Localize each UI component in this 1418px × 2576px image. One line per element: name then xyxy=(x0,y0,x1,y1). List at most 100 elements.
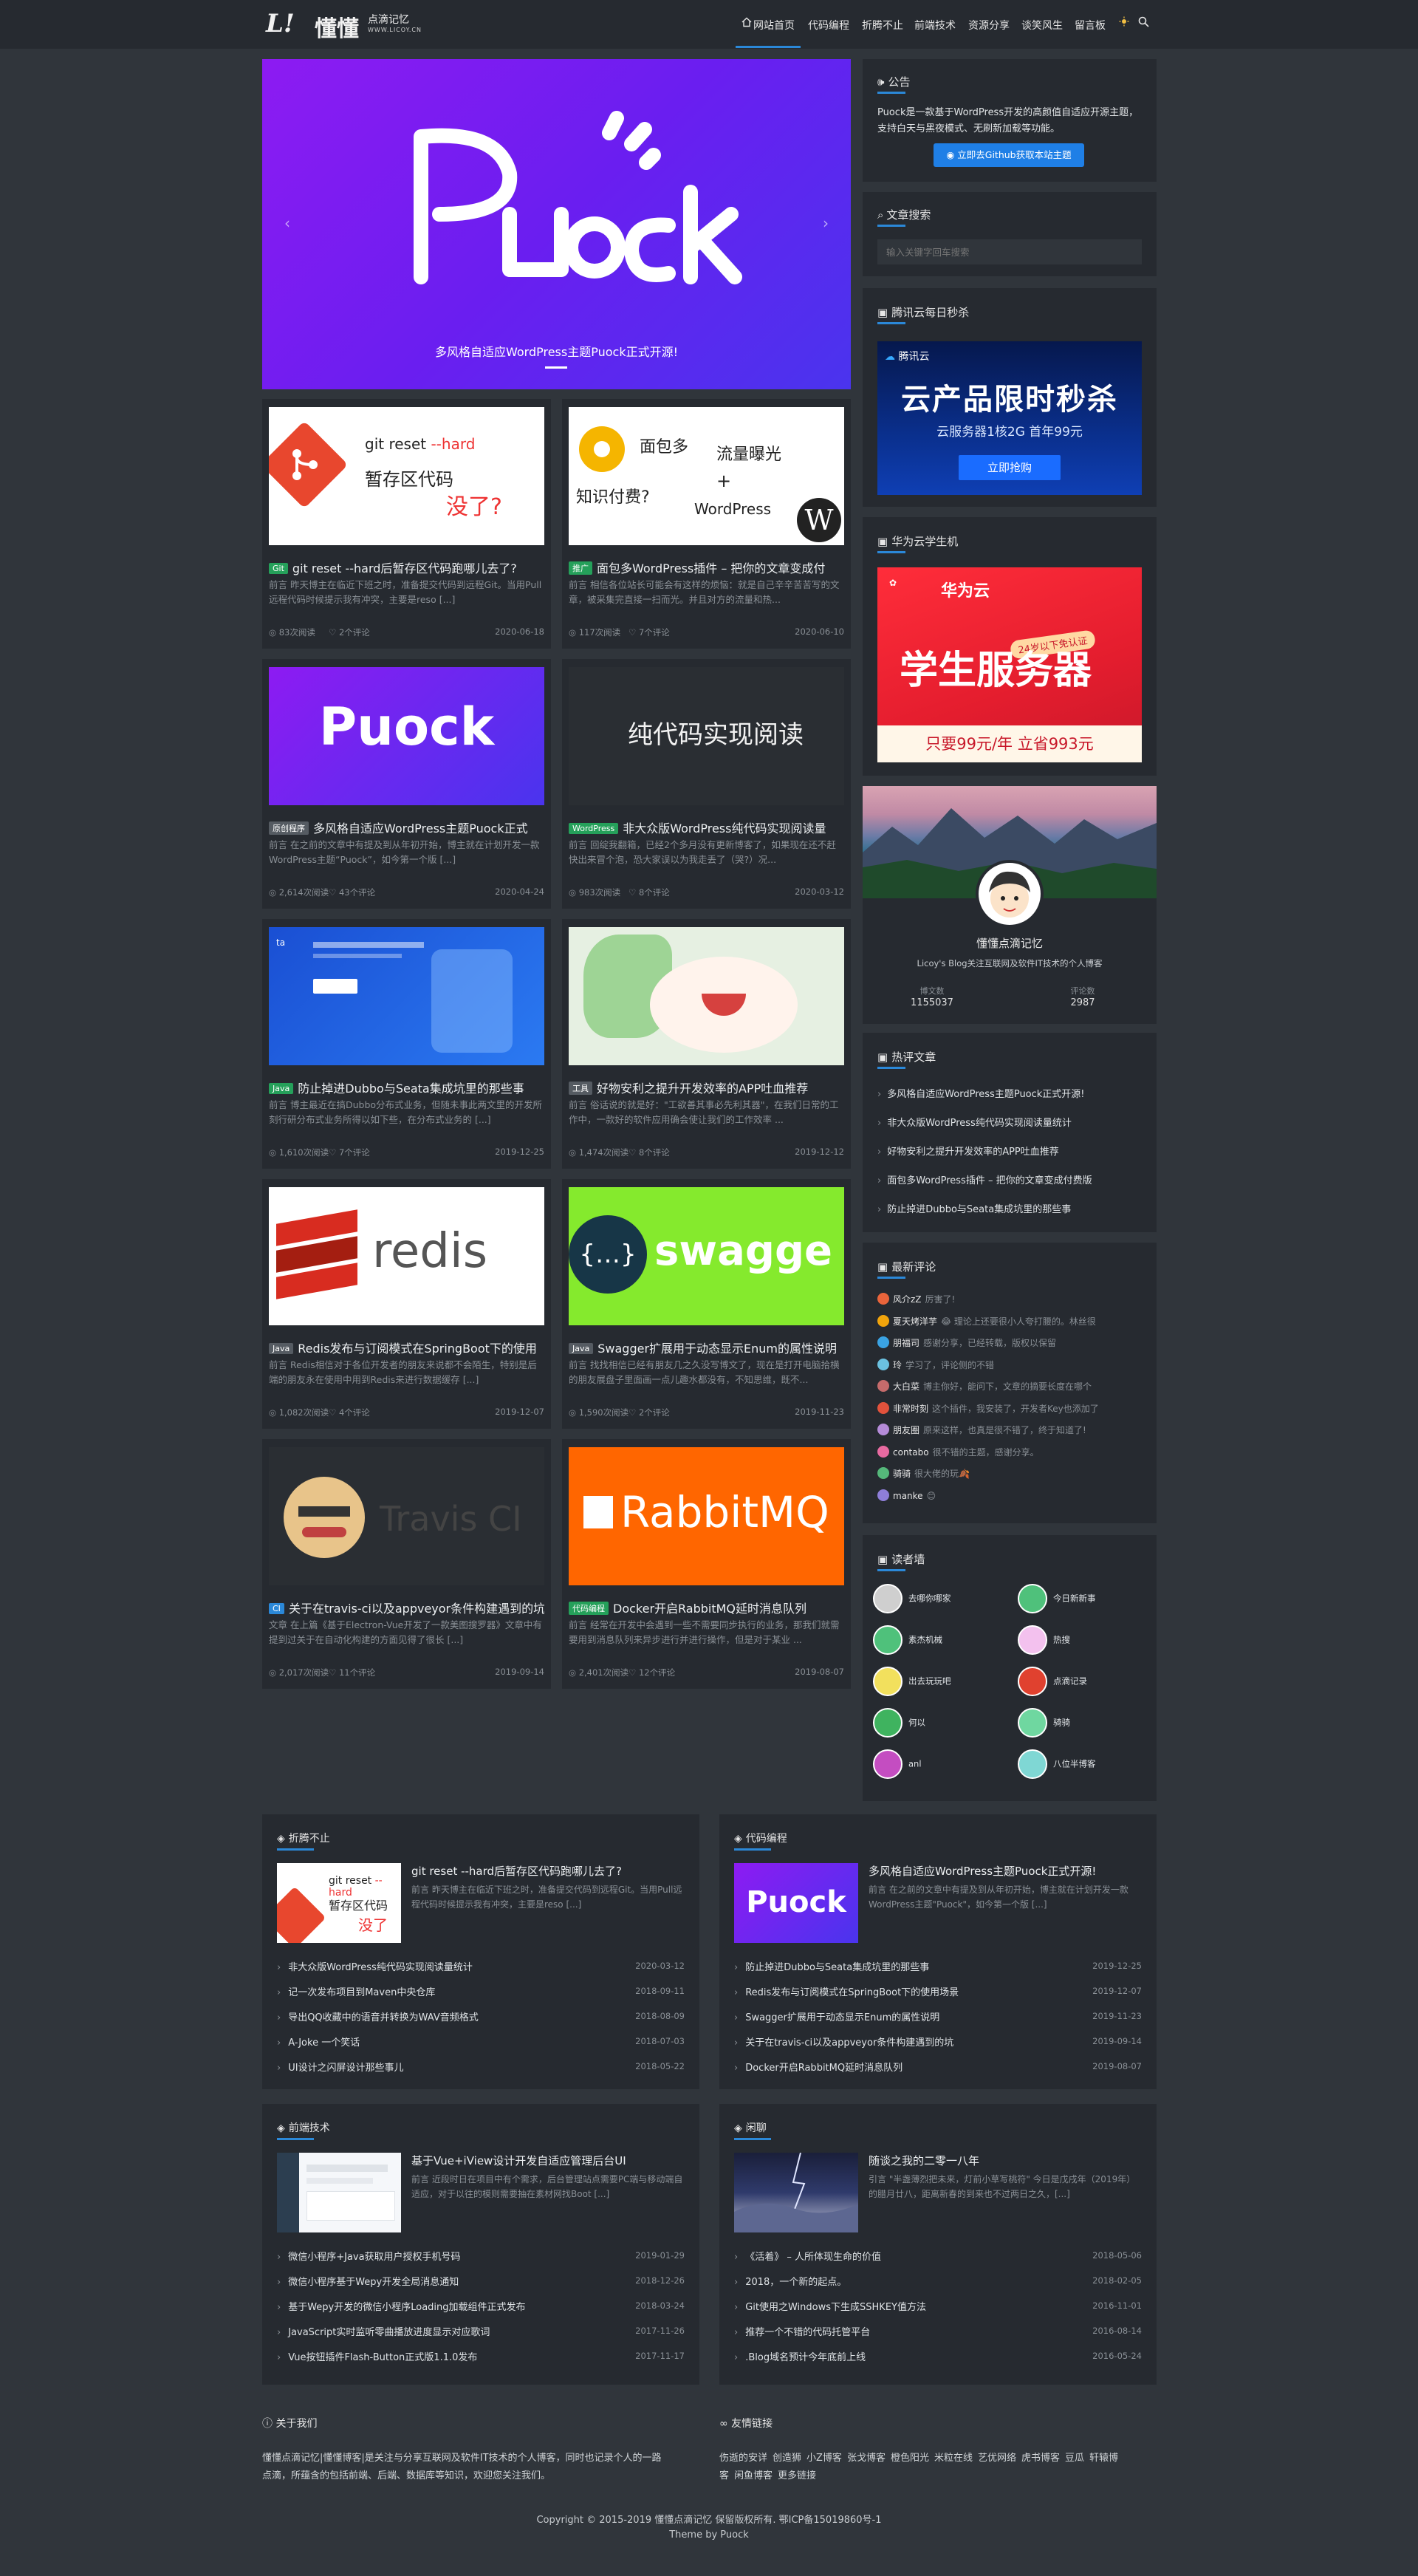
friend-link[interactable]: 闲鱼博客 xyxy=(734,2470,773,2481)
commenter-name[interactable]: 非常时刻 xyxy=(893,1404,928,1414)
hot-post-link[interactable]: › 多风格自适应WordPress主题Puock正式开源! xyxy=(877,1086,1085,1100)
post-title-text[interactable]: 面包多WordPress插件 – 把你的文章变成付 xyxy=(597,561,825,575)
post-card[interactable]: ta Java 防止掉进Dubbo与Seata集成坑里的那些事 前言 博主最近在搞Du… xyxy=(262,919,551,1169)
hot-post-link[interactable]: › 非大众版WordPress纯代码实现阅读量统计 xyxy=(877,1115,1072,1129)
reader-item[interactable]: 去哪你哪家 xyxy=(873,1584,951,1613)
post-title[interactable]: Java Redis发布与订阅模式在SpringBoot下的使用 xyxy=(269,1339,544,1356)
section-post-title[interactable]: Docker开启RabbitMQ延时消息队列 xyxy=(745,2063,902,2074)
post-comments[interactable]: ♡ 2个评论 xyxy=(329,626,370,638)
post-category-tag[interactable]: 代码编程 xyxy=(569,1602,609,1615)
reader-item[interactable]: 素杰机械 xyxy=(873,1625,942,1655)
post-category-tag[interactable]: CI xyxy=(269,1603,284,1614)
section-post-link[interactable]: › 微信小程序+Java获取用户授权手机号码 xyxy=(277,2249,461,2263)
section-post-link[interactable]: › UI设计之闪屏设计那些事儿 xyxy=(277,2060,404,2074)
section-title[interactable]: ◈ 折腾不止 xyxy=(277,1831,330,1845)
slider-next-arrow[interactable]: › xyxy=(823,214,829,232)
commenter-name[interactable]: 朋友圈 xyxy=(893,1425,919,1435)
commenter-name[interactable]: 风介zZ xyxy=(893,1294,922,1305)
section-post-title[interactable]: 推荐一个不错的代码托管平台 xyxy=(745,2327,870,2338)
reader-name[interactable]: 骑骑 xyxy=(1053,1718,1070,1728)
reader-item[interactable]: 岀去玩玩吧 xyxy=(873,1667,951,1696)
reader-item[interactable]: anl xyxy=(873,1749,922,1779)
comment-item[interactable]: 骑骑 很大佬的玩🍂 xyxy=(877,1467,1143,1480)
commenter-name[interactable]: 夏天烤洋芋 xyxy=(893,1316,937,1327)
friend-link[interactable]: 伤逝的安详 xyxy=(719,2453,767,2464)
section-title-text[interactable]: 折腾不止 xyxy=(289,1833,330,1845)
post-comments[interactable]: ♡ 8个评论 xyxy=(628,1147,670,1158)
post-comments[interactable]: ♡ 8个评论 xyxy=(628,886,670,898)
section-feature-thumbnail[interactable]: git reset --hard 暂存区代码 没了 xyxy=(277,1863,401,1943)
section-post-title[interactable]: 非大众版WordPress纯代码实现阅读量统计 xyxy=(288,1962,473,1973)
post-card[interactable]: {…} swagge Java Swagger扩展用于动态显示Enum的属性说明 前言 … xyxy=(562,1179,851,1429)
friend-link[interactable]: 张戈博客 xyxy=(847,2453,886,2464)
post-category-tag[interactable]: Java xyxy=(269,1343,294,1354)
reader-item[interactable]: 骑骑 xyxy=(1018,1708,1070,1738)
section-title[interactable]: ◈ 闲聊 xyxy=(734,2120,767,2135)
post-title[interactable]: 代码编程 Docker开启RabbitMQ延时消息队列 xyxy=(569,1599,844,1616)
section-feature-thumbnail[interactable] xyxy=(734,2153,858,2232)
post-title[interactable]: CI 关于在travis-ci以及appveyor条件构建遇到的坑 xyxy=(269,1599,544,1616)
comment-item[interactable]: 朋福司 感谢分享，已经转载，版权以保留 xyxy=(877,1336,1143,1349)
reader-item[interactable]: 热搜 xyxy=(1018,1625,1070,1655)
comment-item[interactable]: manke 😊 xyxy=(877,1489,1143,1501)
post-title-text[interactable]: Docker开启RabbitMQ延时消息队列 xyxy=(613,1602,806,1616)
reader-name[interactable]: 热搜 xyxy=(1053,1635,1070,1645)
comment-item[interactable]: 夏天烤洋芋 😂 理论上还要很小人夸打腰的。林丝很 xyxy=(877,1314,1143,1328)
post-card[interactable]: git reset --hard 暂存区代码 没了? Git git reset --h… xyxy=(262,399,551,649)
hot-post-link[interactable]: › 面包多WordPress插件 – 把你的文章变成付费版 xyxy=(877,1172,1092,1186)
hot-post-title[interactable]: 防止掉进Dubbo与Seata集成坑里的那些事 xyxy=(887,1204,1071,1215)
slider-prev-arrow[interactable]: ‹ xyxy=(284,214,290,232)
post-comments[interactable]: ♡ 11个评论 xyxy=(329,1667,375,1678)
comment-item[interactable]: contabo 很不错的主题，感谢分享。 xyxy=(877,1445,1143,1458)
comment-item[interactable]: 风介zZ 厉害了! xyxy=(877,1293,1143,1305)
section-post-link[interactable]: › JavaScript实时监听零曲播放进度显示对应歌词 xyxy=(277,2324,490,2338)
menu-item-code[interactable]: 代码编程 xyxy=(808,18,849,33)
section-post-link[interactable]: › 防止掉进Dubbo与Seata集成坑里的那些事 xyxy=(734,1959,929,1973)
post-card[interactable]: Travis CI CI 关于在travis-ci以及appveyor条件构建遇到的… xyxy=(262,1439,551,1689)
search-icon[interactable] xyxy=(1138,16,1149,30)
reader-name[interactable]: 去哪你哪家 xyxy=(908,1593,951,1604)
post-card[interactable]: 工具 好物安利之提升开发效率的APP吐血推荐 前言 俗话说的就是好："工欲善其事必先… xyxy=(562,919,851,1169)
post-title[interactable]: 推广 面包多WordPress插件 – 把你的文章变成付 xyxy=(569,558,844,576)
post-comments[interactable]: ♡ 7个评论 xyxy=(628,626,670,638)
post-card[interactable]: redis Java Redis发布与订阅模式在SpringBoot下的使用 前言 R… xyxy=(262,1179,551,1429)
menu-item-resources[interactable]: 资源分享 xyxy=(968,18,1010,33)
hot-post-link[interactable]: › 防止掉进Dubbo与Seata集成坑里的那些事 xyxy=(877,1201,1071,1215)
commenter-name[interactable]: 朋福司 xyxy=(893,1338,919,1348)
friend-link[interactable]: 小Z博客 xyxy=(806,2453,842,2464)
section-post-link[interactable]: › 关于在travis-ci以及appveyor条件构建遇到的坑 xyxy=(734,2035,953,2049)
post-thumbnail[interactable]: 面包多 流量曝光 知识付费? + WordPress W xyxy=(569,407,844,545)
reader-item[interactable]: 何以 xyxy=(873,1708,925,1738)
post-category-tag[interactable]: Java xyxy=(269,1083,294,1094)
github-button[interactable]: ◉ 立即去Github获取本站主题 xyxy=(934,143,1084,167)
section-post-link[interactable]: › Swagger扩展用于动态显示Enum的属性说明 xyxy=(734,2009,939,2023)
post-title[interactable]: Java 防止掉进Dubbo与Seata集成坑里的那些事 xyxy=(269,1079,544,1096)
post-thumbnail[interactable]: git reset --hard 暂存区代码 没了? xyxy=(269,407,544,545)
post-card[interactable]: 纯代码实现阅读 WordPress 非大众版WordPress纯代码实现阅读量 前言 … xyxy=(562,659,851,909)
section-post-title[interactable]: 导出QQ收藏中的语音并转换为WAV音频格式 xyxy=(288,2012,479,2023)
comment-item[interactable]: 大白菜 博主你好，能问下，文章的摘要长度在哪个 xyxy=(877,1380,1143,1393)
section-post-link[interactable]: › 非大众版WordPress纯代码实现阅读量统计 xyxy=(277,1959,473,1973)
post-title-text[interactable]: Swagger扩展用于动态显示Enum的属性说明 xyxy=(597,1342,837,1356)
menu-item-home[interactable]: 网站首页 xyxy=(753,18,795,33)
hot-post-title[interactable]: 多风格自适应WordPress主题Puock正式开源! xyxy=(887,1089,1084,1100)
reader-item[interactable]: 八位半博客 xyxy=(1018,1749,1096,1779)
huawei-ad-banner[interactable]: ✿ 华为云 24岁以下免认证 学生服务器 只要99元/年 立省993元 xyxy=(877,567,1142,762)
section-feature-thumbnail[interactable] xyxy=(277,2153,401,2232)
post-comments[interactable]: ♡ 7个评论 xyxy=(329,1147,370,1158)
section-post-link[interactable]: › 2018，一个新的起点。 xyxy=(734,2274,846,2288)
post-title-text[interactable]: 关于在travis-ci以及appveyor条件构建遇到的坑 xyxy=(289,1602,544,1616)
section-post-link[interactable]: › Docker开启RabbitMQ延时消息队列 xyxy=(734,2060,902,2074)
reader-name[interactable]: 点滴记录 xyxy=(1053,1676,1087,1687)
reader-name[interactable]: anl xyxy=(908,1759,922,1769)
menu-item-tinker[interactable]: 折腾不止 xyxy=(862,18,903,33)
post-title[interactable]: Git git reset --hard后暂存区代码跑哪儿去了? xyxy=(269,558,544,576)
section-post-title[interactable]: Redis发布与订阅模式在SpringBoot下的使用场景 xyxy=(745,1987,959,1998)
post-thumbnail[interactable]: RabbitMQ xyxy=(569,1447,844,1585)
post-category-tag[interactable]: Java xyxy=(569,1343,594,1354)
post-thumbnail[interactable]: redis xyxy=(269,1187,544,1325)
section-post-link[interactable]: › 推荐一个不错的代码托管平台 xyxy=(734,2324,870,2338)
post-thumbnail[interactable] xyxy=(569,927,844,1065)
section-title-text[interactable]: 闲聊 xyxy=(746,2122,767,2134)
section-feature-title[interactable]: 多风格自适应WordPress主题Puock正式开源! xyxy=(869,1863,1143,1879)
